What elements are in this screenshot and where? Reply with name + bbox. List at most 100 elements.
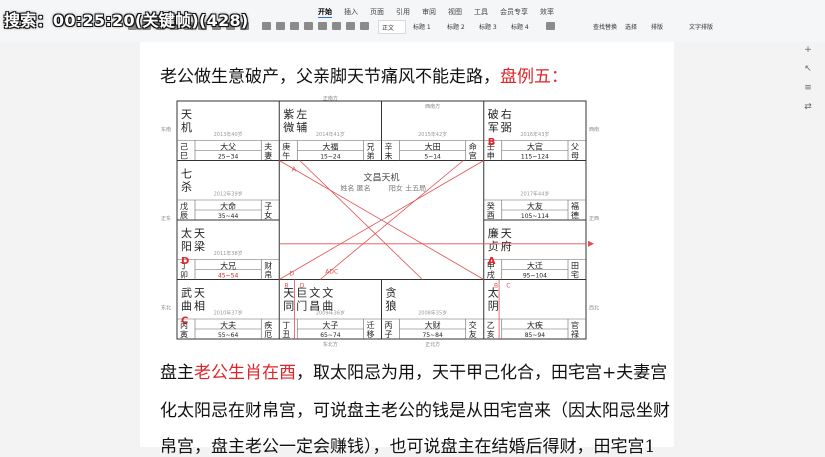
cell-minor: 大官 — [527, 142, 543, 152]
cell-palace: 福 — [571, 202, 579, 211]
cell-branch: 卯 — [180, 271, 188, 280]
doc-line-top: 老公做生意破产，父亲脚天节痛风不能走路，盘例五： — [160, 62, 568, 87]
dir-label: 正西 — [589, 216, 599, 222]
cell-minor: 大疾 — [527, 320, 543, 330]
cell-star: 机 — [181, 120, 192, 134]
align-center-icon[interactable] — [318, 22, 327, 30]
panel-share-icon[interactable]: ⇄ — [802, 102, 814, 112]
cell-minor: 大父 — [220, 142, 236, 152]
cell-palace: 兄 — [367, 143, 375, 152]
cell-branch: 子 — [385, 330, 393, 339]
cell-range: 25~34 — [218, 154, 238, 161]
cell-minor: 大田 — [425, 142, 441, 152]
tab-page[interactable]: 页面 — [370, 7, 384, 18]
style-heading2[interactable]: 标题 2 — [444, 20, 474, 34]
para1-pre: 盘主 — [160, 363, 194, 383]
center-bureau: 阳女 土五局 — [389, 184, 426, 193]
flow-label: B — [494, 283, 498, 290]
cell-stem: 丁 — [282, 321, 290, 330]
select-button[interactable]: 选择 — [622, 20, 644, 34]
line-spacing-icon[interactable] — [360, 22, 369, 30]
cell-year: 2008年35岁 — [418, 310, 447, 317]
text-layout-button[interactable]: 文字排版 — [686, 20, 718, 34]
cell-minor: 大子 — [322, 320, 338, 330]
style-normal[interactable]: 正文 — [378, 20, 406, 34]
cell-star: 太天 — [181, 227, 207, 240]
cell-range: 15~24 — [320, 154, 340, 161]
justify-icon[interactable] — [346, 22, 355, 30]
cell-range: 45~54 — [218, 273, 238, 280]
panel-cursor-icon[interactable]: ↖ — [802, 64, 814, 74]
tab-insert[interactable]: 插入 — [344, 7, 358, 18]
cell-marker: D — [181, 256, 189, 267]
cell-stem: 癸 — [487, 201, 495, 211]
cell-stem: 辛 — [385, 142, 393, 152]
cell-star: 廉天 — [488, 226, 514, 240]
panel-slider-icon[interactable]: ≡ — [802, 83, 814, 93]
tab-efficiency[interactable]: 效率 — [540, 7, 554, 18]
dir-label: 西北 — [589, 304, 599, 311]
tab-view[interactable]: 视图 — [448, 7, 462, 18]
doc-para-line3: 帛宫，盘主老公一定会赚钱），也可说盘主在结婚后得财，田宅宫1 — [160, 437, 656, 457]
cell-stem: 戊 — [180, 201, 188, 211]
cell-star: 曲相 — [181, 300, 207, 313]
cell-marker: A — [488, 256, 496, 267]
doc-line-top-red: 盘例五： — [500, 67, 568, 87]
align-right-icon[interactable] — [332, 22, 341, 30]
cell-palace: 交 — [469, 320, 477, 330]
flow-label: ADC — [325, 269, 338, 276]
cell-year: 2016年43岁 — [520, 131, 549, 138]
timer-overlay: 搜索：00:25:20(关键帧)(428) — [4, 11, 249, 30]
tab-tools[interactable]: 工具 — [474, 7, 488, 18]
cell-branch: 亥 — [487, 329, 495, 339]
tab-reference[interactable]: 引用 — [396, 7, 410, 18]
style-heading4[interactable]: 标题 4 — [508, 20, 538, 34]
cell-palace: 移 — [367, 329, 375, 339]
cell-stem: 己 — [180, 143, 188, 152]
style-more-icon[interactable] — [546, 22, 555, 30]
ribbon-tabs: 开始 插入 页面 引用 审阅 视图 工具 会员专享 效率 — [318, 7, 554, 18]
layout-button[interactable]: 排版 — [648, 20, 672, 34]
cell-palace: 厄 — [264, 330, 272, 339]
cell-year: 2012年39岁 — [214, 191, 243, 198]
cell-minor: 大友 — [527, 201, 543, 211]
find-replace-button[interactable]: 查找替换 — [590, 20, 620, 34]
cell-star: 贞府 — [488, 239, 514, 253]
cell-stem: 丙 — [385, 321, 393, 330]
dir-label: 西南 — [589, 126, 599, 133]
cell-star: 阴 — [488, 300, 499, 313]
cell-palace: 迁 — [367, 320, 375, 330]
cell-star: 狼 — [386, 299, 397, 313]
dir-label: 正南方 — [323, 95, 338, 102]
doc-line-top-plain: 老公做生意破产，父亲脚天节痛风不能走路， — [160, 67, 500, 87]
cell-star: 军弼 — [488, 121, 514, 134]
style-heading1[interactable]: 标题 1 — [410, 20, 442, 34]
cell-branch: 申 — [487, 151, 495, 161]
indent-icon[interactable] — [290, 22, 299, 30]
bullet-list-icon[interactable] — [262, 22, 271, 30]
cell-palace: 禄 — [571, 330, 579, 339]
ziwei-chart: 天机 2013年40岁己巳 大父 25~34 夫妻 紫左微辅 2014年41岁庚午 大福 15~… — [159, 93, 604, 347]
style-heading3[interactable]: 标题 3 — [476, 20, 506, 34]
dir-label: 东南 — [161, 126, 171, 133]
cell-palace: 宫 — [469, 151, 477, 161]
cell-star: 武天 — [181, 287, 207, 300]
tab-review[interactable]: 审阅 — [422, 7, 436, 18]
cell-palace: 宅 — [571, 270, 579, 280]
align-left-icon[interactable] — [304, 22, 313, 30]
cell-stem: 庚 — [282, 142, 290, 152]
panel-plus-icon[interactable]: + — [802, 45, 814, 55]
cell-palace: 妻 — [264, 151, 272, 161]
cell-branch: 戌 — [487, 270, 495, 280]
flow-label: A — [292, 166, 297, 174]
cell-star: 贪 — [386, 286, 397, 300]
tab-home[interactable]: 开始 — [318, 7, 332, 18]
tab-member[interactable]: 会员专享 — [500, 7, 528, 18]
cell-palace: 德 — [571, 210, 579, 220]
number-list-icon[interactable] — [276, 22, 285, 30]
flow-label: D — [300, 283, 305, 290]
cell-palace: 父 — [571, 143, 579, 152]
cell-year: 2014年41岁 — [316, 131, 345, 138]
cell-palace: 女 — [264, 210, 272, 220]
dir-label: 西南方 — [425, 103, 440, 110]
